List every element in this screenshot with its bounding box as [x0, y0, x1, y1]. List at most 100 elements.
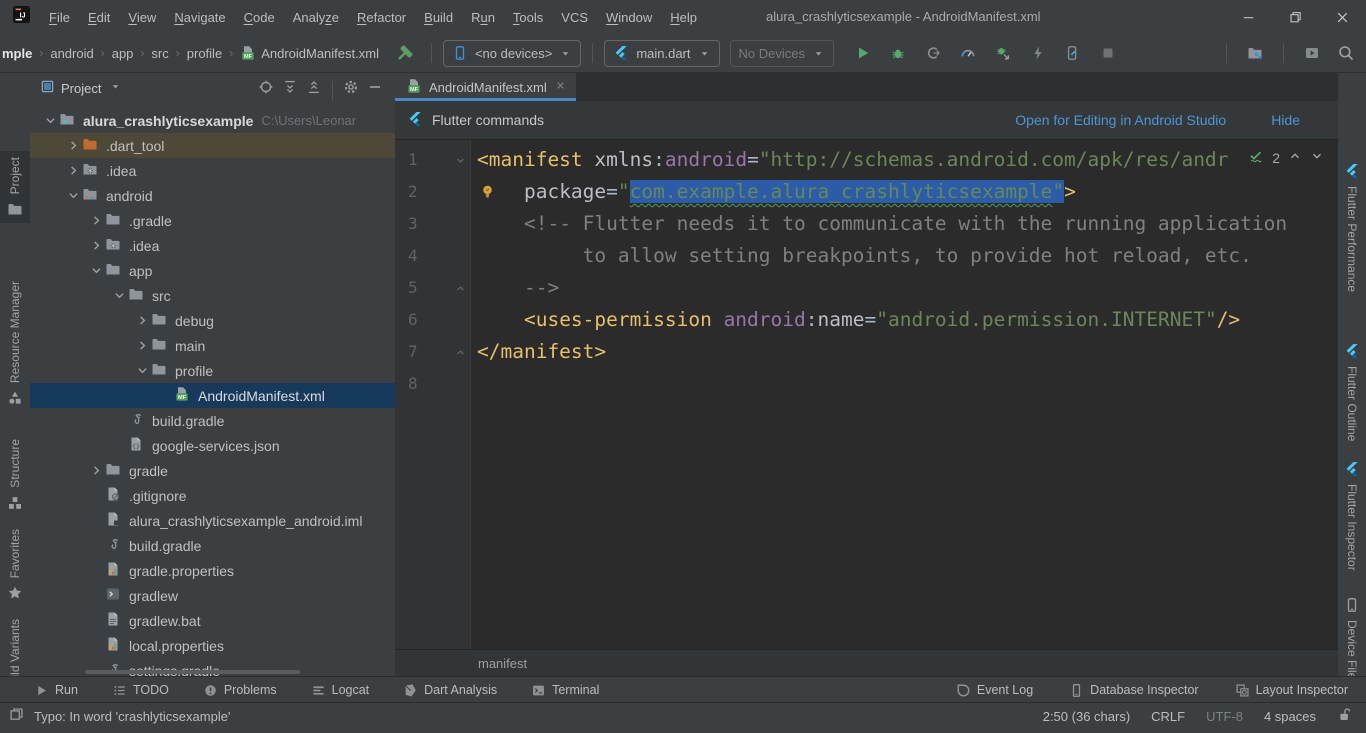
chevron-down-icon[interactable]: [111, 288, 128, 303]
right-strip-tab-flutter-performance[interactable]: Flutter Performance: [1338, 157, 1366, 298]
editor-breadcrumb-manifest[interactable]: manifest: [478, 656, 527, 671]
tree-item--dart-tool[interactable]: .dart_tool: [30, 133, 395, 158]
tree-item-alura-crashlyticsexample-android-iml[interactable]: alura_crashlyticsexample_android.iml: [30, 508, 395, 533]
tree-item-google-services-json[interactable]: {}google-services.json: [30, 433, 395, 458]
tree-horizontal-scrollbar[interactable]: [85, 670, 300, 674]
project-locate-button[interactable]: [254, 75, 278, 99]
maximize-button[interactable]: [1272, 0, 1319, 34]
indent-setting[interactable]: 4 spaces: [1264, 709, 1316, 724]
build-button[interactable]: [393, 41, 417, 65]
code-line-6[interactable]: 6 <uses-permission android:name="android…: [395, 304, 1338, 336]
menu-run[interactable]: Run: [462, 8, 504, 27]
tree-item--idea[interactable]: .idea: [30, 233, 395, 258]
project-view-dropdown[interactable]: [109, 80, 122, 96]
project-panel-title[interactable]: Project: [61, 81, 101, 96]
profiler-button[interactable]: [956, 41, 980, 65]
editor-tab-androidmanifest[interactable]: MF AndroidManifest.xml: [395, 73, 576, 101]
flutter-attach-button[interactable]: [1061, 41, 1085, 65]
project-hide-button[interactable]: [363, 75, 387, 99]
breadcrumb-item[interactable]: mple: [2, 46, 32, 61]
run-config-selector[interactable]: main.dart: [604, 40, 719, 67]
code-line-3[interactable]: 3 <!-- Flutter needs it to communicate w…: [395, 208, 1338, 240]
chevron-down-icon[interactable]: [42, 113, 59, 128]
run-anything-button[interactable]: [1300, 41, 1324, 65]
tree-item-androidmanifest-xml[interactable]: MFAndroidManifest.xml: [30, 383, 395, 408]
code-line-8[interactable]: 8: [395, 368, 1338, 400]
project-collapse-all-button[interactable]: [302, 75, 326, 99]
code-line-2[interactable]: 2 package="com.example.alura_crashlytics…: [395, 176, 1338, 208]
device-manager-button[interactable]: [1243, 41, 1267, 65]
hide-banner-link[interactable]: Hide: [1271, 112, 1300, 128]
menu-refactor[interactable]: Refactor: [348, 8, 415, 27]
attach-debugger-button[interactable]: [991, 41, 1015, 65]
code-line-1[interactable]: 1<manifest xmlns:android="http://schemas…: [395, 144, 1338, 176]
code-line-4[interactable]: 4 to allow setting breakpoints, to provi…: [395, 240, 1338, 272]
tree-item--gradle[interactable]: .gradle: [30, 208, 395, 233]
chevron-right-icon[interactable]: [134, 313, 151, 328]
right-strip-tab-flutter-inspector[interactable]: Flutter Inspector: [1338, 455, 1366, 577]
line-separator[interactable]: CRLF: [1151, 709, 1185, 724]
left-strip-tab-project[interactable]: Project: [0, 151, 30, 223]
tree-item-gradle[interactable]: gradle: [30, 458, 395, 483]
toolwindow-button-database-inspector[interactable]: Database Inspector: [1069, 683, 1198, 698]
coverage-button[interactable]: [921, 41, 945, 65]
chevron-down-icon[interactable]: [88, 263, 105, 278]
open-in-android-studio-link[interactable]: Open for Editing in Android Studio: [1015, 112, 1226, 128]
tree-item-local-properties[interactable]: local.properties: [30, 633, 395, 658]
menu-view[interactable]: View: [119, 8, 165, 27]
play-button[interactable]: [851, 41, 875, 65]
chevron-right-icon[interactable]: [134, 338, 151, 353]
toolwindow-button-terminal[interactable]: Terminal: [531, 683, 599, 698]
left-strip-tab-structure[interactable]: Structure: [0, 433, 30, 517]
next-problem-icon[interactable]: [1310, 149, 1324, 166]
project-expand-all-button[interactable]: [278, 75, 302, 99]
lock-icon[interactable]: [1337, 707, 1352, 725]
chevron-right-icon[interactable]: [88, 238, 105, 253]
code-line-5[interactable]: 5 -->: [395, 272, 1338, 304]
code-editor[interactable]: 1<manifest xmlns:android="http://schemas…: [395, 140, 1338, 649]
file-encoding[interactable]: UTF-8: [1206, 709, 1243, 724]
tree-item-android[interactable]: android: [30, 183, 395, 208]
breadcrumb-item[interactable]: app: [112, 46, 134, 61]
device-selector[interactable]: <no devices>: [443, 40, 581, 67]
inspection-widget[interactable]: 2: [1244, 148, 1324, 167]
menu-navigate[interactable]: Navigate: [165, 8, 234, 27]
code-line-7[interactable]: 7</manifest>: [395, 336, 1338, 368]
chevron-right-icon[interactable]: [88, 463, 105, 478]
stop-button[interactable]: [1096, 41, 1120, 65]
toolwindow-button-event-log[interactable]: Event Log: [956, 683, 1033, 698]
intention-bulb-icon[interactable]: [479, 183, 496, 205]
tree-item-app[interactable]: app: [30, 258, 395, 283]
menu-window[interactable]: Window: [597, 8, 661, 27]
breadcrumb-item-file[interactable]: MFAndroidManifest.xml: [240, 45, 379, 61]
close-button[interactable]: [1319, 0, 1366, 34]
tree-item-src[interactable]: src: [30, 283, 395, 308]
menu-vcs[interactable]: VCS: [552, 8, 597, 27]
left-strip-tab-favorites[interactable]: Favorites: [0, 523, 30, 607]
tree-item-gradlew-bat[interactable]: gradlew.bat: [30, 608, 395, 633]
breadcrumb-item[interactable]: android: [50, 46, 93, 61]
tree-item-debug[interactable]: debug: [30, 308, 395, 333]
previous-problem-icon[interactable]: [1288, 149, 1302, 166]
menu-analyze[interactable]: Analyze: [284, 8, 348, 27]
toolwindow-button-run[interactable]: Run: [34, 683, 78, 698]
toolwindow-toggle-icon[interactable]: [9, 707, 24, 725]
toolwindow-button-todo[interactable]: TODO: [112, 683, 169, 698]
left-strip-tab-resource-manager[interactable]: Resource Manager: [0, 275, 30, 412]
toolwindow-button-layout-inspector[interactable]: Layout Inspector: [1235, 683, 1348, 698]
tree-item-build-gradle[interactable]: build.gradle: [30, 533, 395, 558]
toolwindow-button-logcat[interactable]: Logcat: [311, 683, 370, 698]
menu-help[interactable]: Help: [661, 8, 706, 27]
project-settings-button[interactable]: [339, 75, 363, 99]
caret-position[interactable]: 2:50 (36 chars): [1043, 709, 1130, 724]
hot-reload-button[interactable]: [1026, 41, 1050, 65]
close-tab-icon[interactable]: [554, 79, 567, 95]
chevron-right-icon[interactable]: [88, 213, 105, 228]
breadcrumb-item[interactable]: profile: [187, 46, 222, 61]
tree-item--gitignore[interactable]: .gitignore: [30, 483, 395, 508]
toolwindow-button-problems[interactable]: Problems: [203, 683, 277, 698]
tree-item-main[interactable]: main: [30, 333, 395, 358]
search-everywhere-button[interactable]: [1334, 41, 1358, 65]
chevron-down-icon[interactable]: [65, 188, 82, 203]
toolwindow-button-dart-analysis[interactable]: Dart Analysis: [403, 683, 497, 698]
